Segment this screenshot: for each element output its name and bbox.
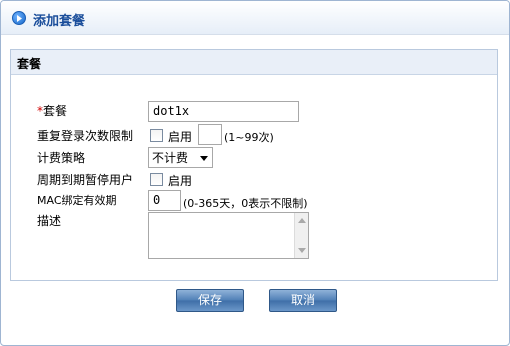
scroll-up-icon[interactable] [298,218,306,223]
periodic-suspend-label: 周期到期暂停用户 [37,173,134,187]
package-label-text: 套餐 [43,104,68,118]
mac-bind-hint: (0-365天，0表示不限制) [183,197,308,210]
periodic-suspend-enable-label: 启用 [168,174,193,188]
periodic-suspend-checkbox[interactable] [150,173,163,186]
repeat-login-enable-label: 启用 [168,130,193,144]
package-panel: 套餐 *套餐 dot1x 重复登录次数限制 启用 (1~99次) 计费策略 不计… [10,49,498,281]
package-label: *套餐 [37,102,67,119]
mac-bind-label: MAC绑定有效期 [37,194,117,207]
repeat-login-hint: (1~99次) [224,131,274,144]
description-textarea[interactable] [148,212,309,259]
panel-header: 套餐 [11,50,497,75]
mac-bind-days-input[interactable]: 0 [148,190,181,211]
add-package-dialog: 添加套餐 套餐 *套餐 dot1x 重复登录次数限制 启用 (1~99次) 计费… [0,0,510,346]
panel-title: 套餐 [17,57,42,71]
repeat-login-count-input[interactable] [198,124,222,145]
billing-label: 计费策略 [37,151,86,165]
description-scrollbar[interactable] [294,213,308,258]
description-label: 描述 [37,214,62,228]
package-name-input[interactable]: dot1x [148,101,299,122]
repeat-login-label: 重复登录次数限制 [37,129,134,143]
chevron-down-icon [200,156,208,161]
dialog-title: 添加套餐 [33,14,86,29]
repeat-login-checkbox[interactable] [150,129,163,142]
billing-select[interactable]: 不计费 [148,147,213,168]
scroll-down-icon[interactable] [298,248,306,253]
save-button[interactable]: 保存 [176,289,244,312]
arrow-right-icon [12,11,26,25]
dialog-titlebar: 添加套餐 [1,1,509,35]
cancel-button[interactable]: 取消 [269,289,337,312]
billing-selected-value: 不计费 [152,151,189,165]
